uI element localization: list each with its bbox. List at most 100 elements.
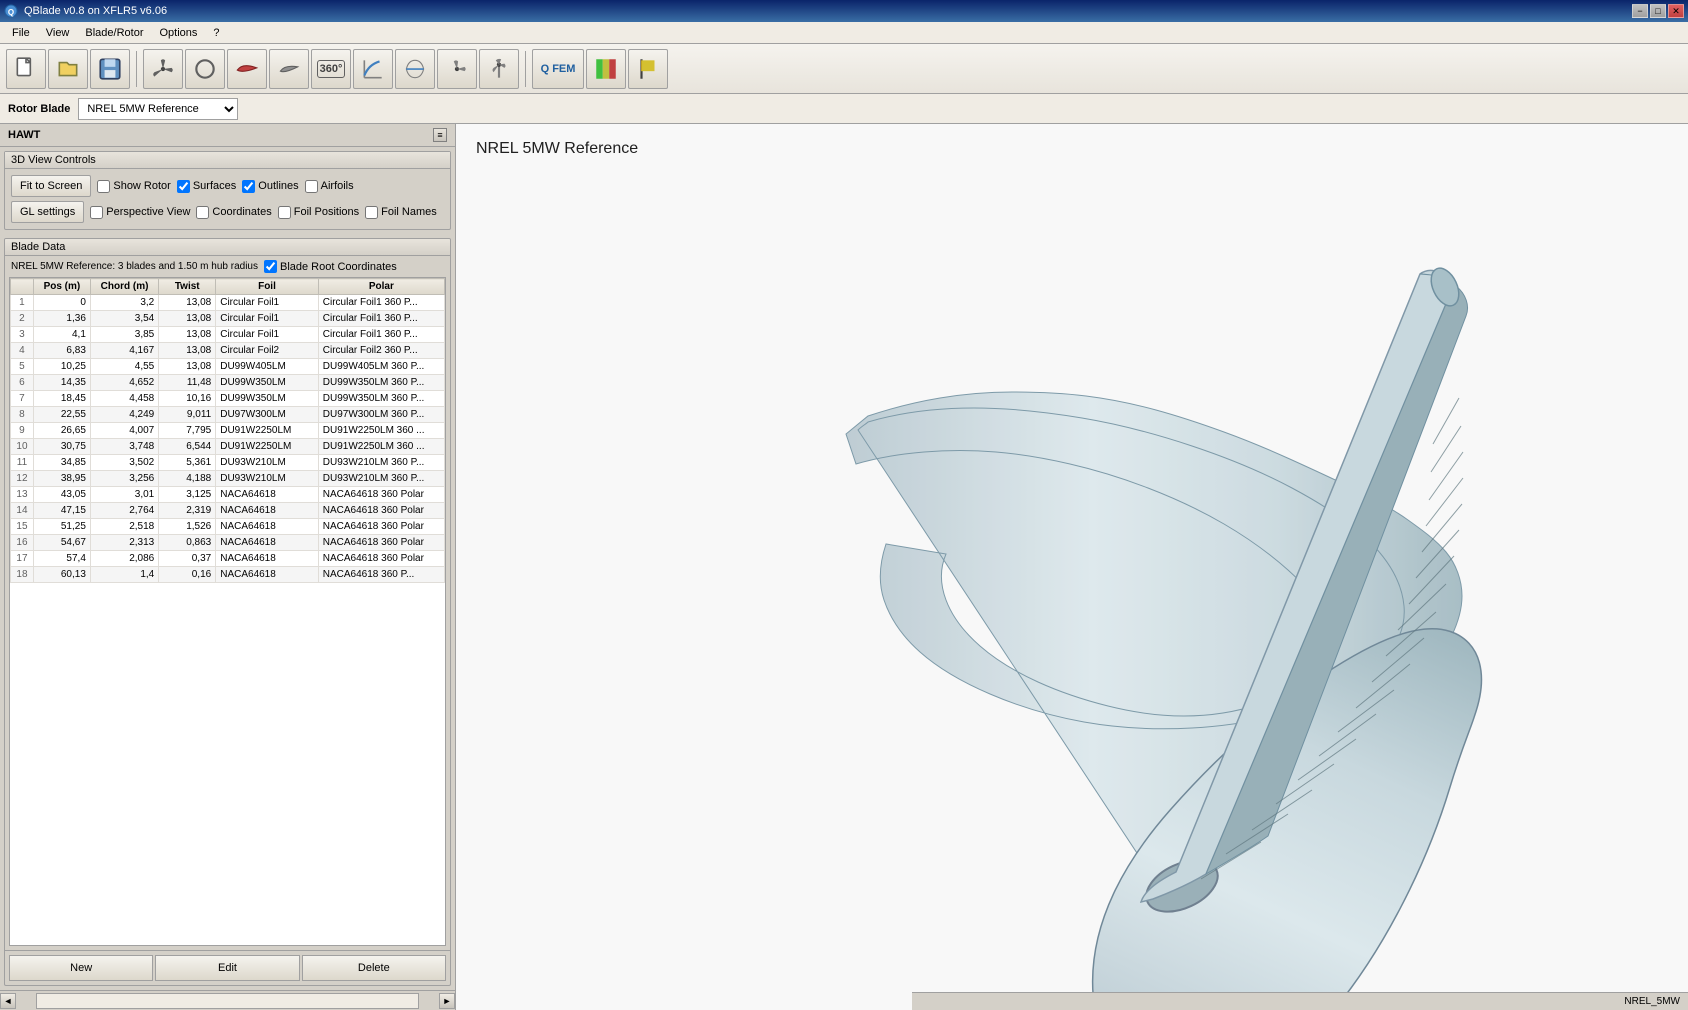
row-num: 4 [11,343,34,359]
row-foil: DU97W300LM [216,407,319,423]
rotor-blade-select[interactable]: NREL 5MW Reference [78,98,238,120]
turbine-button[interactable] [479,49,519,89]
menu-blade-rotor[interactable]: Blade/Rotor [77,25,151,41]
table-row[interactable]: 11 34,85 3,502 5,361 DU93W210LM DU93W210… [11,455,445,471]
foil-positions-checkbox-label[interactable]: Foil Positions [278,206,359,219]
table-row[interactable]: 12 38,95 3,256 4,188 DU93W210LM DU93W210… [11,471,445,487]
circle-button[interactable] [185,49,225,89]
circle-icon [192,56,218,82]
table-row[interactable]: 6 14,35 4,652 11,48 DU99W350LM DU99W350L… [11,375,445,391]
table-row[interactable]: 2 1,36 3,54 13,08 Circular Foil1 Circula… [11,311,445,327]
table-row[interactable]: 14 47,15 2,764 2,319 NACA64618 NACA64618… [11,503,445,519]
table-row[interactable]: 3 4,1 3,85 13,08 Circular Foil1 Circular… [11,327,445,343]
row-foil: NACA64618 [216,535,319,551]
table-row[interactable]: 4 6,83 4,167 13,08 Circular Foil2 Circul… [11,343,445,359]
foil-red-button[interactable] [227,49,267,89]
minimize-button[interactable]: − [1632,4,1648,18]
betz-button[interactable] [395,49,435,89]
betz-icon [402,56,428,82]
delete-blade-button[interactable]: Delete [302,955,446,981]
table-row[interactable]: 10 30,75 3,748 6,544 DU91W2250LM DU91W22… [11,439,445,455]
row-foil: NACA64618 [216,503,319,519]
scroll-right-btn[interactable]: ► [439,993,455,1009]
hawt-button[interactable] [143,49,183,89]
outlines-checkbox-label[interactable]: Outlines [242,180,298,193]
perspective-checkbox-label[interactable]: Perspective View [90,206,190,219]
action-buttons: New Edit Delete [5,950,450,985]
row-foil: DU91W2250LM [216,439,319,455]
foil-names-checkbox-label[interactable]: Foil Names [365,206,437,219]
prop-button[interactable] [437,49,477,89]
row-polar: DU91W2250LM 360 ... [318,423,444,439]
surfaces-checkbox[interactable] [177,180,190,193]
horizontal-scrollbar-track[interactable] [36,993,419,1009]
3d-view[interactable]: NREL 5MW Reference [456,124,1688,1010]
coordinates-checkbox-label[interactable]: Coordinates [196,206,271,219]
fit-to-screen-button[interactable]: Fit to Screen [11,175,91,197]
qfem-button[interactable]: Q FEM [532,49,584,89]
table-row[interactable]: 17 57,4 2,086 0,37 NACA64618 NACA64618 3… [11,551,445,567]
foil-names-checkbox[interactable] [365,206,378,219]
perspective-checkbox[interactable] [90,206,103,219]
blade-root-coords-label[interactable]: Blade Root Coordinates [264,260,397,273]
scroll-left-btn[interactable]: ◄ [0,993,16,1009]
outlines-checkbox[interactable] [242,180,255,193]
row-chord: 3,256 [90,471,158,487]
table-row[interactable]: 15 51,25 2,518 1,526 NACA64618 NACA64618… [11,519,445,535]
table-row[interactable]: 8 22,55 4,249 9,011 DU97W300LM DU97W300L… [11,407,445,423]
coordinates-checkbox[interactable] [196,206,209,219]
bottom-scrollbar[interactable]: ◄ ► [0,990,455,1010]
row-polar: DU99W350LM 360 P... [318,375,444,391]
table-row[interactable]: 9 26,65 4,007 7,795 DU91W2250LM DU91W225… [11,423,445,439]
new-blade-button[interactable]: New [9,955,153,981]
flag-icon [635,56,661,82]
row-polar: NACA64618 360 Polar [318,551,444,567]
row-twist: 13,08 [159,343,216,359]
blade-table-container[interactable]: Pos (m) Chord (m) Twist Foil Polar 1 0 3… [9,277,446,946]
row-chord: 3,2 [90,295,158,311]
row-foil: DU93W210LM [216,471,319,487]
gl-settings-button[interactable]: GL settings [11,201,84,223]
row-foil: DU99W350LM [216,391,319,407]
menu-help[interactable]: ? [205,25,227,41]
row-pos: 26,65 [33,423,90,439]
row-polar: DU99W350LM 360 P... [318,391,444,407]
surfaces-checkbox-label[interactable]: Surfaces [177,180,236,193]
table-row[interactable]: 5 10,25 4,55 13,08 DU99W405LM DU99W405LM… [11,359,445,375]
table-row[interactable]: 7 18,45 4,458 10,16 DU99W350LM DU99W350L… [11,391,445,407]
table-row[interactable]: 1 0 3,2 13,08 Circular Foil1 Circular Fo… [11,295,445,311]
color-button[interactable] [586,49,626,89]
menu-view[interactable]: View [38,25,78,41]
blade-info: NREL 5MW Reference: 3 blades and 1.50 m … [5,256,450,277]
panel-collapse-button[interactable]: ≡ [433,128,447,142]
window-controls: − □ ✕ [1632,4,1684,18]
360-button[interactable]: 360° [311,49,351,89]
blade-button[interactable] [269,49,309,89]
new-button[interactable] [6,49,46,89]
airfoils-checkbox-label[interactable]: Airfoils [305,180,354,193]
foil-positions-checkbox[interactable] [278,206,291,219]
row-num: 5 [11,359,34,375]
row-pos: 22,55 [33,407,90,423]
open-button[interactable] [48,49,88,89]
show-rotor-checkbox[interactable] [97,180,110,193]
show-rotor-checkbox-label[interactable]: Show Rotor [97,180,170,193]
table-row[interactable]: 16 54,67 2,313 0,863 NACA64618 NACA64618… [11,535,445,551]
row-foil: DU99W350LM [216,375,319,391]
airfoils-checkbox[interactable] [305,180,318,193]
polar-button[interactable] [353,49,393,89]
blade-root-coords-checkbox[interactable] [264,260,277,273]
row-pos: 18,45 [33,391,90,407]
table-row[interactable]: 13 43,05 3,01 3,125 NACA64618 NACA64618 … [11,487,445,503]
edit-blade-button[interactable]: Edit [155,955,299,981]
maximize-button[interactable]: □ [1650,4,1666,18]
row-chord: 3,01 [90,487,158,503]
row-polar: Circular Foil1 360 P... [318,311,444,327]
menu-options[interactable]: Options [151,25,205,41]
table-row[interactable]: 18 60,13 1,4 0,16 NACA64618 NACA64618 36… [11,567,445,583]
menu-file[interactable]: File [4,25,38,41]
save-button[interactable] [90,49,130,89]
flag-button[interactable] [628,49,668,89]
row-num: 13 [11,487,34,503]
close-button[interactable]: ✕ [1668,4,1684,18]
